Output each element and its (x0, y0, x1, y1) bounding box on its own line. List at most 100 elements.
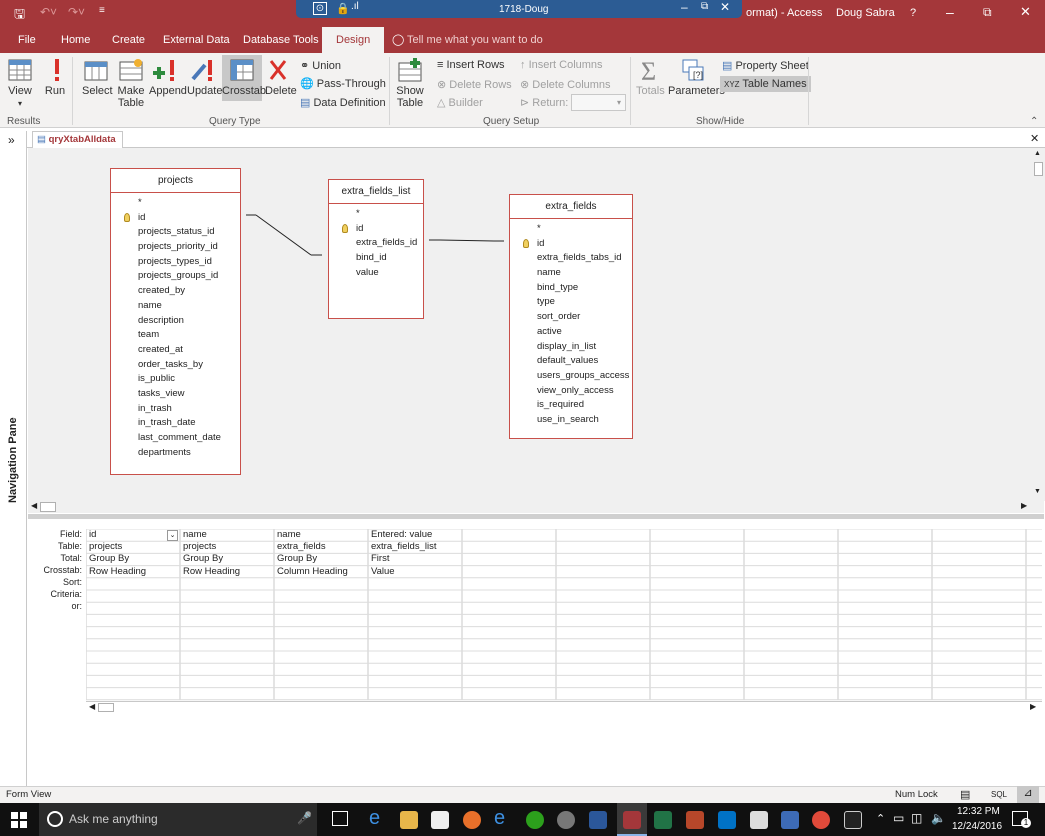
field-is-required[interactable]: is_required (510, 398, 632, 413)
action-center-icon[interactable]: 1 (1012, 811, 1031, 828)
show-table-button[interactable]: Show Table (395, 57, 425, 109)
task-view-icon[interactable] (332, 811, 348, 826)
scroll-left-icon[interactable]: ◀ (89, 702, 95, 711)
table-extra-fields[interactable]: extra_fields * id extra_fields_tabs_id name… (509, 194, 633, 439)
grid-cell-total[interactable]: Group By (86, 553, 178, 565)
design-horizontal-scrollbar[interactable]: ◀ ▶ (28, 501, 1044, 513)
update-button[interactable]: Update (187, 57, 222, 97)
clock-date[interactable]: 12/24/2016 (952, 821, 1002, 832)
outlook-icon[interactable] (718, 811, 736, 829)
close-document-icon[interactable]: ✕ (1030, 132, 1039, 145)
insert-rows-button[interactable]: ≡ Insert Rows (437, 59, 505, 71)
field-is-public[interactable]: is_public (111, 372, 240, 387)
user-name[interactable]: Doug Sabra (836, 7, 895, 19)
datasheet-view-icon[interactable]: ▤ (960, 788, 970, 801)
help-button[interactable]: ? (910, 7, 916, 19)
remote-close-icon[interactable]: ✕ (720, 0, 730, 14)
tab-database-tools[interactable]: Database Tools (241, 27, 321, 53)
table-extra-fields-list[interactable]: extra_fields_list * id extra_fields_id bind… (328, 179, 424, 319)
field-all[interactable]: * (329, 207, 423, 222)
grid-cell-table[interactable]: extra_fields (274, 541, 366, 553)
delete-button[interactable]: Delete (265, 57, 297, 97)
tab-design[interactable]: Design (322, 27, 385, 53)
field-projects-groups-id[interactable]: projects_groups_id (111, 269, 240, 284)
field-order-tasks-by[interactable]: order_tasks_by (111, 358, 240, 373)
field-all[interactable]: * (510, 222, 632, 237)
tab-external-data[interactable]: External Data (161, 27, 232, 53)
delete-columns-button[interactable]: ⊗ Delete Columns (520, 78, 611, 91)
union-button[interactable]: ⚭ Union (300, 59, 341, 72)
redo-icon[interactable]: ↷˅ (68, 5, 85, 19)
field-last-comment-date[interactable]: last_comment_date (111, 431, 240, 446)
field-display-in-list[interactable]: display_in_list (510, 340, 632, 355)
tab-create[interactable]: Create (110, 27, 147, 53)
save-icon[interactable]: 🖫 (14, 5, 25, 27)
delete-rows-button[interactable]: ⊗ Delete Rows (437, 78, 512, 91)
field-id[interactable]: id (329, 222, 423, 237)
field-extra-fields-tabs-id[interactable]: extra_fields_tabs_id (510, 251, 632, 266)
field-projects-status-id[interactable]: projects_status_id (111, 225, 240, 240)
field-default-values[interactable]: default_values (510, 354, 632, 369)
remote-desktop-icon[interactable] (781, 811, 799, 829)
grid-horizontal-scrollbar[interactable]: ◀ ▶ (86, 701, 1042, 713)
access-taskbar-button[interactable] (617, 803, 647, 836)
tab-file[interactable]: File (16, 27, 38, 53)
grid-cell-crosstab[interactable]: Column Heading (274, 566, 366, 578)
select-button[interactable]: Select (82, 57, 113, 97)
scroll-right-icon[interactable]: ▶ (1021, 501, 1027, 510)
powerpoint-icon[interactable] (686, 811, 704, 829)
grid-cell-field[interactable]: name (180, 529, 272, 541)
field-projects-types-id[interactable]: projects_types_id (111, 255, 240, 270)
field-in-trash[interactable]: in_trash (111, 402, 240, 417)
tell-me-box[interactable]: Tell me what you want to do (405, 27, 545, 53)
show-hidden-icons[interactable]: ⌃ (876, 812, 885, 825)
customize-quick-access-icon[interactable]: ≡ (99, 5, 105, 16)
internet-explorer-icon[interactable]: e (494, 807, 512, 829)
crosstab-button[interactable]: Crosstab (222, 55, 266, 101)
pass-through-button[interactable]: 🌐 Pass-Through (300, 77, 386, 90)
clock-time[interactable]: 12:32 PM (957, 806, 1000, 817)
return-combobox[interactable]: ▾ (571, 94, 626, 111)
grid-cell-table[interactable]: extra_fields_list (368, 541, 460, 553)
field-value[interactable]: value (329, 266, 423, 281)
tab-qry-xtab-alldata[interactable]: ▤ qryXtabAlldata (32, 131, 123, 148)
grid-cell-crosstab[interactable]: Value (368, 566, 460, 578)
field-description[interactable]: description (111, 314, 240, 329)
scroll-left-icon[interactable]: ◀ (31, 501, 37, 510)
field-dropdown-button[interactable]: ⌄ (167, 530, 178, 541)
command-prompt-icon[interactable] (844, 811, 862, 829)
field-use-in-search[interactable]: use_in_search (510, 413, 632, 428)
field-in-trash-date[interactable]: in_trash_date (111, 416, 240, 431)
field-view-only-access[interactable]: view_only_access (510, 384, 632, 399)
pin-icon[interactable]: ⊙ (313, 2, 327, 15)
microphone-icon[interactable]: 🎤 (297, 811, 312, 825)
edge-icon[interactable]: e (369, 807, 387, 829)
restore-icon[interactable]: ⧉ (983, 5, 992, 20)
field-name[interactable]: name (111, 299, 240, 314)
file-explorer-icon[interactable] (400, 811, 418, 829)
grid-cell-field[interactable]: id (86, 529, 178, 541)
grid-cell-table[interactable]: projects (86, 541, 178, 553)
run-button[interactable]: Run (44, 57, 66, 97)
view-button[interactable]: View ▾ (6, 57, 34, 109)
minimize-icon[interactable]: – (946, 4, 954, 20)
grid-cell-total[interactable]: Group By (274, 553, 366, 565)
field-extra-fields-id[interactable]: extra_fields_id (329, 236, 423, 251)
scroll-up-icon[interactable]: ▲ (1034, 150, 1041, 157)
navigation-pane[interactable]: » Navigation Pane (0, 131, 27, 786)
totals-button[interactable]: Σ Totals (636, 57, 665, 97)
append-button[interactable]: Append (149, 57, 187, 97)
calculator-icon[interactable] (750, 811, 768, 829)
field-active[interactable]: active (510, 325, 632, 340)
field-users-groups-access[interactable]: users_groups_access (510, 369, 632, 384)
field-created-at[interactable]: created_at (111, 343, 240, 358)
data-definition-button[interactable]: ▤ Data Definition (300, 96, 386, 109)
field-id[interactable]: id (510, 237, 632, 252)
quickbooks-icon[interactable] (526, 811, 544, 829)
volume-icon[interactable]: 🔈 (931, 811, 946, 825)
table-projects[interactable]: projects * id projects_status_id projects_p… (110, 168, 241, 475)
field-bind-type[interactable]: bind_type (510, 281, 632, 296)
field-type[interactable]: type (510, 295, 632, 310)
scroll-right-icon[interactable]: ▶ (1030, 702, 1036, 711)
grid-cell-total[interactable]: First (368, 553, 460, 565)
